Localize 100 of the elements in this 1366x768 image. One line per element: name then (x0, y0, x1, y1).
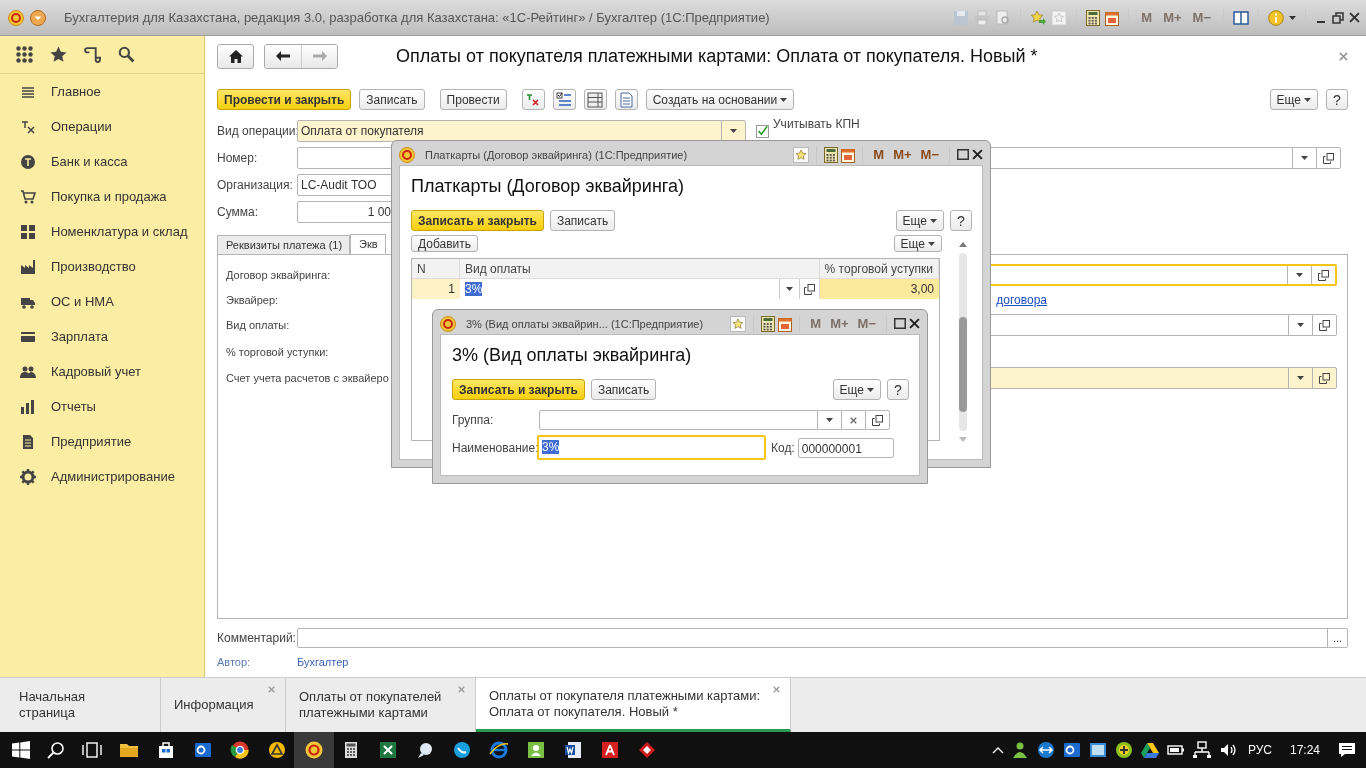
memory-button[interactable]: M− (917, 147, 942, 162)
tab[interactable]: Реквизиты платежа (1) (217, 235, 351, 254)
search-icon[interactable] (47, 741, 65, 759)
task-view-icon[interactable] (82, 742, 102, 758)
sidebar-item[interactable]: Главное (0, 74, 204, 109)
network-icon[interactable] (1191, 740, 1212, 760)
table-button[interactable] (583, 89, 607, 110)
number-field[interactable]: 1 00 (297, 201, 393, 223)
save-button[interactable]: Записать (590, 379, 657, 400)
text-field[interactable]: 000000001 (797, 437, 894, 458)
clock[interactable]: 17:24 (1289, 743, 1320, 757)
mail-tray-icon[interactable] (1061, 740, 1082, 760)
language-indicator[interactable]: РУС (1247, 743, 1272, 757)
help-button[interactable]: ? (1326, 89, 1348, 110)
memory-button[interactable]: M (870, 147, 888, 162)
phone-app-icon[interactable] (452, 740, 472, 760)
maximize-icon[interactable] (957, 149, 969, 160)
scroll-up-icon[interactable] (958, 242, 967, 247)
ledger-entries-button[interactable] (521, 89, 545, 110)
sidebar-item[interactable]: Производство (0, 249, 204, 284)
more-button[interactable]: Еще (1269, 89, 1318, 110)
more-button[interactable]: Еще (895, 210, 944, 231)
sidebar-item[interactable]: Банк и касса (0, 144, 204, 179)
add-button[interactable]: Добавить (411, 235, 479, 252)
diamond-app-icon[interactable] (637, 740, 657, 760)
select-field[interactable] (539, 410, 890, 430)
link[interactable]: договора (996, 293, 1047, 307)
chevron-up-icon[interactable] (991, 746, 1004, 754)
calendar-icon[interactable] (1105, 9, 1120, 26)
star-arrow-icon[interactable] (1030, 9, 1047, 26)
maximize-icon[interactable] (894, 318, 906, 329)
sidebar-item[interactable]: Зарплата (0, 319, 204, 354)
chat-bubble-icon[interactable] (415, 740, 435, 760)
checkbox[interactable] (756, 124, 769, 138)
triangle-app-icon[interactable] (267, 740, 287, 760)
sidebar-item[interactable]: Операции (0, 109, 204, 144)
notification-icon[interactable] (1338, 742, 1356, 758)
clear-icon[interactable] (850, 416, 857, 424)
apps-grid-icon[interactable] (16, 46, 33, 63)
sidebar-item[interactable]: Администрирование (0, 459, 204, 494)
comment-field[interactable]: ... (297, 628, 1348, 648)
more-button[interactable]: Еще (893, 235, 942, 252)
restore-icon[interactable] (1332, 11, 1344, 24)
sidebar-item[interactable]: Предприятие (0, 424, 204, 459)
help-button[interactable]: ? (887, 379, 909, 400)
save-and-close-button[interactable]: Записать и закрыть (452, 379, 585, 400)
close-icon[interactable] (909, 318, 920, 329)
tab[interactable]: Экв (350, 234, 386, 254)
plus-circle-icon[interactable] (1113, 740, 1134, 760)
ellipsis-button[interactable]: ... (1327, 629, 1347, 647)
windows-logo-icon[interactable] (12, 741, 30, 759)
web-browser-icon[interactable] (489, 740, 509, 760)
browser-icon[interactable] (230, 740, 250, 760)
window-tab[interactable]: Оплаты от покупателя платежными картами: Оплата от покупателя. Новый * (476, 678, 791, 732)
sidebar-item[interactable]: ОС и НМА (0, 284, 204, 319)
text-field[interactable]: 3% (537, 435, 766, 460)
sidebar-item[interactable]: Покупка и продажа (0, 179, 204, 214)
panel-icon[interactable] (1233, 9, 1249, 26)
author-link[interactable]: Бухгалтер (297, 656, 349, 668)
person-app-icon[interactable] (526, 740, 546, 760)
tab-close-icon[interactable] (773, 686, 780, 693)
mail-app-icon[interactable] (193, 740, 213, 760)
post-and-close-button[interactable]: Провести и закрыть (217, 89, 352, 110)
create-based-on-button[interactable]: Создать на основании (645, 89, 795, 110)
calculator-icon[interactable] (761, 315, 776, 332)
info-icon[interactable] (1268, 9, 1284, 26)
drive-icon[interactable] (1139, 740, 1160, 760)
network-monitor-icon[interactable] (1087, 740, 1108, 760)
calculator-icon[interactable] (1086, 9, 1101, 26)
calculator-icon[interactable] (824, 146, 839, 163)
store-icon[interactable] (156, 740, 176, 760)
more-button[interactable]: Еще (832, 379, 881, 400)
search-icon[interactable] (118, 46, 135, 63)
memory-button[interactable]: M+ (890, 147, 915, 162)
toolbar-button[interactable]: Провести (439, 89, 507, 110)
toolbar-button[interactable]: Записать (359, 89, 425, 110)
word-document-icon[interactable] (563, 740, 583, 760)
spreadsheet-icon[interactable] (378, 740, 398, 760)
calendar-icon[interactable] (778, 315, 793, 332)
select-field[interactable]: Оплата от покупателя (297, 120, 746, 142)
scrollbar[interactable] (958, 242, 967, 442)
save-and-close-button[interactable]: Записать и закрыть (411, 210, 544, 231)
calendar-icon[interactable] (841, 146, 856, 163)
help-button[interactable]: ? (950, 210, 972, 231)
checklist-button[interactable] (552, 89, 576, 110)
sidebar-item[interactable]: Отчеты (0, 389, 204, 424)
menu-button[interactable] (30, 9, 46, 26)
letter-tile-icon[interactable] (600, 740, 620, 760)
sidebar-item[interactable]: Кадровый учет (0, 354, 204, 389)
app-logo-icon[interactable] (304, 740, 324, 760)
remote-app-icon[interactable] (1035, 740, 1056, 760)
back-button[interactable] (265, 44, 301, 68)
close-icon[interactable] (972, 149, 983, 160)
save-button[interactable]: Записать (549, 210, 616, 231)
favorites-star-icon[interactable] (50, 46, 67, 63)
sidebar-item[interactable]: Номенклатура и склад (0, 214, 204, 249)
home-button[interactable] (217, 43, 254, 69)
table-cell[interactable]: 3% (460, 279, 820, 299)
close-icon[interactable] (1349, 12, 1360, 23)
history-icon[interactable] (84, 46, 101, 63)
